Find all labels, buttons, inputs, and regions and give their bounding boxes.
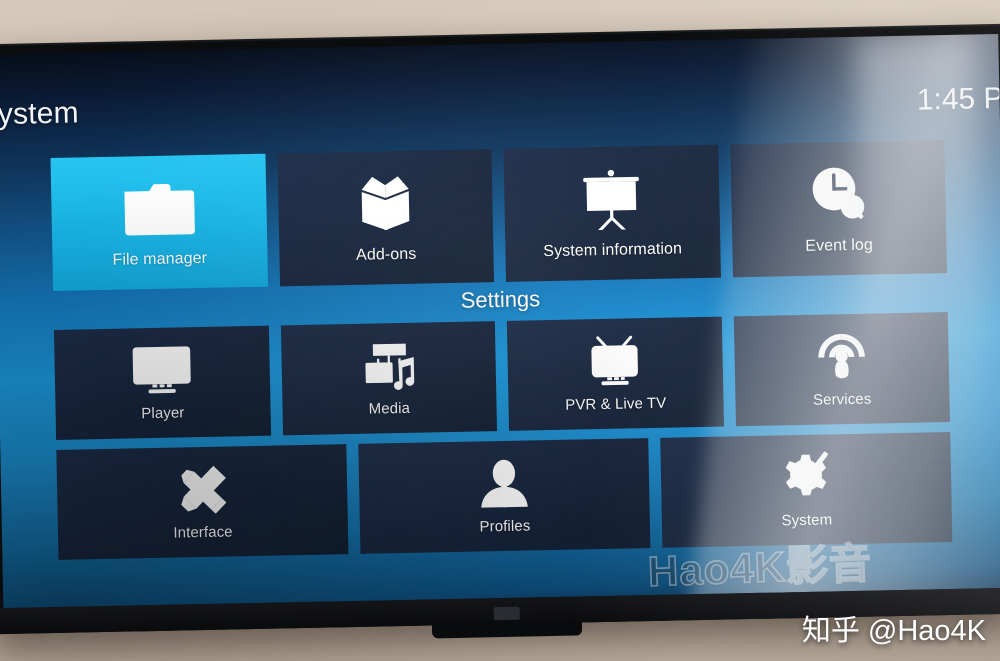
tile-interface[interactable]: Interface — [56, 444, 349, 560]
system-menu-row: File manager Add-ons System information … — [50, 140, 947, 291]
monitor-play-icon — [130, 344, 193, 397]
tile-label: Interface — [173, 522, 233, 542]
folder-icon — [122, 176, 196, 239]
gear-screwdriver-icon — [775, 450, 838, 504]
pencil-ruler-icon — [171, 463, 234, 516]
tv-stand — [431, 619, 583, 639]
settings-row-1: Player Media PVR & Live TV Services — [53, 312, 950, 440]
tile-label: System information — [543, 239, 683, 260]
media-stack-icon — [357, 339, 420, 392]
tile-add-ons[interactable]: Add-ons — [276, 149, 495, 287]
tile-label: Profiles — [479, 516, 531, 535]
tile-system-information[interactable]: System information — [503, 144, 721, 282]
tile-label: Player — [141, 403, 185, 422]
top-bar: System 1:45 P — [0, 34, 1000, 150]
clock-display: 1:45 P — [916, 81, 1000, 117]
tile-label: System — [781, 510, 833, 529]
tile-player[interactable]: Player — [53, 325, 271, 440]
retro-tv-icon — [583, 335, 646, 388]
tile-media[interactable]: Media — [280, 321, 498, 436]
tile-file-manager[interactable]: File manager — [50, 153, 268, 291]
photo-scene: System 1:45 P File manager Add-ons Syste… — [0, 0, 1000, 661]
tv-screen: System 1:45 P File manager Add-ons Syste… — [0, 33, 1000, 609]
open-box-icon — [349, 171, 422, 234]
tv-brand-logo — [493, 606, 520, 621]
clock-search-icon — [801, 162, 874, 225]
kodi-home-ui: System 1:45 P File manager Add-ons Syste… — [0, 34, 1000, 608]
television-set: System 1:45 P File manager Add-ons Syste… — [0, 23, 1000, 639]
presentation-chart-icon — [575, 167, 648, 230]
tile-label: File manager — [112, 249, 208, 269]
tile-label: PVR & Live TV — [565, 394, 667, 414]
tile-label: Media — [368, 399, 411, 418]
tile-label: Services — [812, 390, 872, 409]
page-title: System — [0, 96, 80, 132]
tile-system[interactable]: System — [660, 432, 953, 548]
person-icon — [473, 457, 536, 510]
broadcast-icon — [810, 330, 873, 383]
tile-profiles[interactable]: Profiles — [358, 438, 651, 554]
tile-pvr-live-tv[interactable]: PVR & Live TV — [506, 316, 724, 431]
tile-event-log[interactable]: Event log — [729, 140, 947, 278]
tile-label: Add-ons — [355, 245, 417, 264]
tile-label: Event log — [805, 236, 874, 255]
tile-services[interactable]: Services — [733, 312, 950, 427]
settings-row-2: Interface Profiles System — [56, 432, 953, 560]
